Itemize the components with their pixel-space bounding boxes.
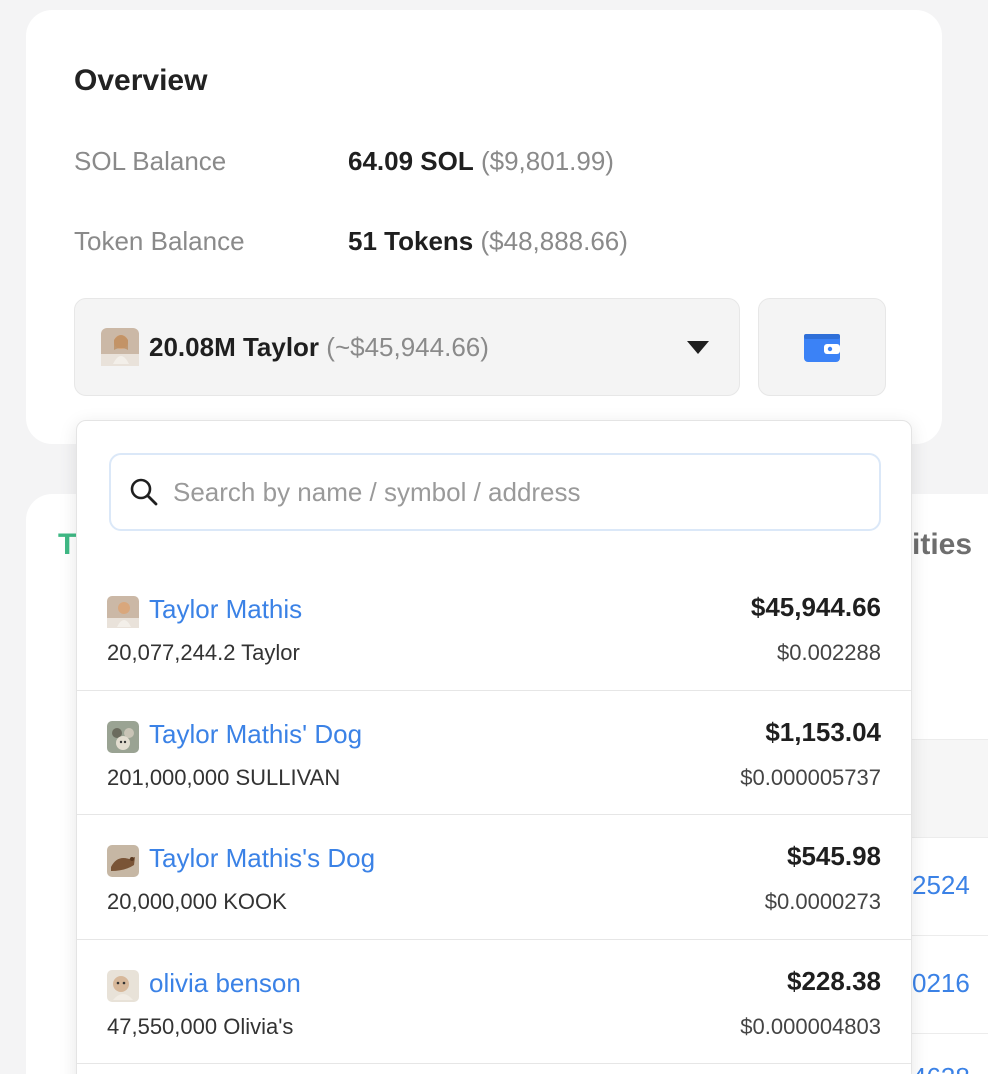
token-select-dropdown[interactable]: 20.08M Taylor (~$45,944.66) [74, 298, 740, 396]
taylor-avatar-icon [107, 596, 139, 628]
token-value: $545.98 [787, 841, 881, 871]
wallet-icon [804, 334, 840, 362]
token-amount: 20,000,000 KOOK [107, 889, 287, 914]
tx-link[interactable]: 4638 [912, 1062, 970, 1074]
sol-balance-amount: 64.09 SOL [348, 146, 474, 176]
overview-title: Overview [74, 64, 208, 97]
token-list: Taylor Mathis 20,077,244.2 Taylor $45,94… [77, 566, 911, 1064]
selected-token-usd: (~$45,944.66) [326, 331, 489, 362]
overview-card: Overview SOL Balance 64.09 SOL ($9,801.9… [26, 10, 942, 444]
token-dropdown-panel: Taylor Mathis 20,077,244.2 Taylor $45,94… [76, 420, 912, 1074]
search-box[interactable] [109, 453, 881, 531]
token-list-item[interactable]: Taylor Mathis 20,077,244.2 Taylor $45,94… [77, 566, 911, 691]
token-value: $45,944.66 [750, 592, 881, 622]
token-name[interactable]: Taylor Mathis's Dog [149, 843, 375, 874]
token-value: $1,153.04 [765, 716, 881, 747]
token-price: $0.002288 [777, 640, 881, 665]
search-input[interactable] [173, 476, 853, 508]
olivia-avatar-icon [107, 969, 139, 1002]
token-amount: 20,077,244.2 Taylor [107, 640, 300, 665]
sol-balance-label: SOL Balance [74, 146, 227, 176]
token-name[interactable]: olivia benson [149, 968, 301, 999]
token-price: $0.0000273 [764, 889, 881, 914]
token-name[interactable]: Taylor Mathis' Dog [149, 719, 362, 750]
tx-link[interactable]: 2524 [912, 870, 970, 901]
selected-token-text: 20.08M Taylor (~$45,944.66) [149, 332, 489, 363]
sol-balance-value: 64.09 SOL ($9,801.99) [348, 146, 614, 177]
token-amount: 47,550,000 Olivia's [107, 1013, 294, 1039]
token-price: $0.000004803 [740, 1013, 881, 1039]
token-list-item[interactable]: Taylor Mathis's Dog 20,000,000 KOOK $545… [77, 815, 911, 940]
token-balance-amount: 51 Tokens [348, 226, 474, 256]
search-icon [130, 478, 158, 506]
token-name[interactable]: Taylor Mathis [149, 594, 302, 625]
tx-link[interactable]: 0216 [912, 968, 970, 999]
selected-token-amount: 20.08M Taylor [149, 331, 320, 362]
token-balance-label: Token Balance [74, 226, 245, 256]
wallet-button[interactable] [758, 298, 886, 396]
token-value: $228.38 [787, 965, 881, 996]
taylor-avatar-icon [101, 328, 139, 366]
token-price: $0.000005737 [740, 764, 881, 790]
token-balance-value: 51 Tokens ($48,888.66) [348, 226, 628, 257]
sol-balance-usd: ($9,801.99) [480, 146, 614, 176]
token-list-item[interactable]: olivia benson 47,550,000 Olivia's $228.3… [77, 940, 911, 1064]
tab-activities-partial[interactable]: ities [912, 528, 972, 562]
dog-avatar-icon [107, 845, 139, 877]
caret-down-icon [687, 341, 709, 354]
dog-avatar-icon [107, 720, 139, 753]
token-list-item[interactable]: Taylor Mathis' Dog 201,000,000 SULLIVAN … [77, 691, 911, 815]
token-balance-usd: ($48,888.66) [480, 226, 628, 256]
tab-tokens-partial[interactable]: T [58, 528, 76, 562]
token-amount: 201,000,000 SULLIVAN [107, 764, 341, 790]
